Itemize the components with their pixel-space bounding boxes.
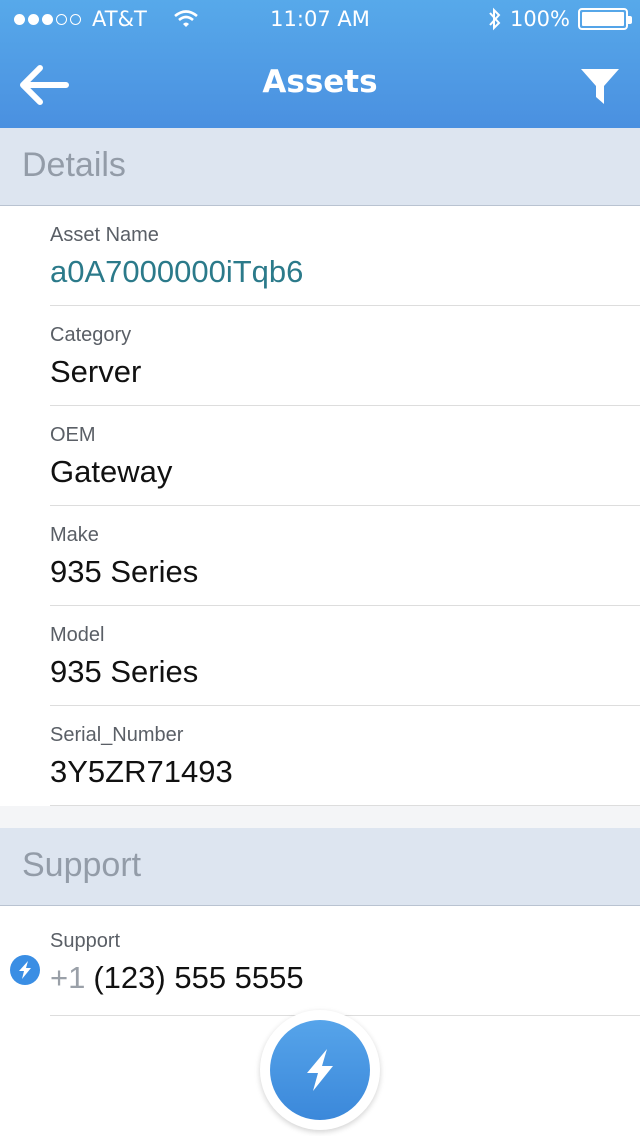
field-label: Asset Name	[50, 224, 159, 246]
header: AT&T 11:07 AM 100% Assets	[0, 0, 640, 128]
phone-value[interactable]: +1 (123) 555 5555	[50, 960, 304, 996]
lightning-icon	[307, 1049, 333, 1091]
phone-number: (123) 555 5555	[93, 960, 304, 995]
field-serial-number: Serial_Number 3Y5ZR71493	[50, 706, 640, 806]
field-label: Support	[50, 930, 121, 952]
field-label: Serial_Number	[50, 724, 184, 746]
field-make: Make 935 Series	[50, 506, 640, 606]
fab-container	[260, 1010, 380, 1130]
section-divider	[0, 806, 640, 828]
battery-percentage: 100%	[509, 7, 570, 31]
details-heading: Details	[22, 146, 126, 184]
field-label: Model	[50, 624, 105, 646]
battery-icon	[578, 8, 632, 30]
status-right: 100%	[488, 7, 632, 31]
field-label: OEM	[50, 424, 96, 446]
field-value: 3Y5ZR71493	[50, 754, 233, 789]
call-action-button[interactable]	[10, 955, 40, 985]
support-heading: Support	[22, 846, 142, 884]
field-value: 935 Series	[50, 654, 199, 689]
field-support-phone[interactable]: Support +1 (123) 555 5555	[50, 916, 640, 1016]
asset-name-link[interactable]: a0A7000000iTqb6	[50, 254, 303, 290]
filter-button[interactable]	[572, 60, 628, 114]
phone-prefix: +1	[50, 960, 86, 995]
filter-icon	[581, 69, 619, 104]
field-value: Gateway	[50, 454, 173, 489]
support-section-header: Support	[0, 828, 640, 906]
page-title: Assets	[262, 64, 378, 100]
field-value: Server	[50, 354, 142, 389]
field-value: 935 Series	[50, 554, 199, 589]
field-model: Model 935 Series	[50, 606, 640, 706]
action-fab-button[interactable]	[270, 1020, 370, 1120]
field-oem: OEM Gateway	[50, 406, 640, 506]
field-label: Category	[50, 324, 132, 346]
details-section-header: Details	[0, 128, 640, 206]
field-asset-name[interactable]: Asset Name a0A7000000iTqb6	[50, 206, 640, 306]
status-bar: AT&T 11:07 AM 100%	[0, 0, 640, 40]
bluetooth-icon	[489, 7, 501, 31]
field-category: Category Server	[50, 306, 640, 406]
field-label: Make	[50, 524, 99, 546]
lightning-icon	[19, 961, 31, 979]
